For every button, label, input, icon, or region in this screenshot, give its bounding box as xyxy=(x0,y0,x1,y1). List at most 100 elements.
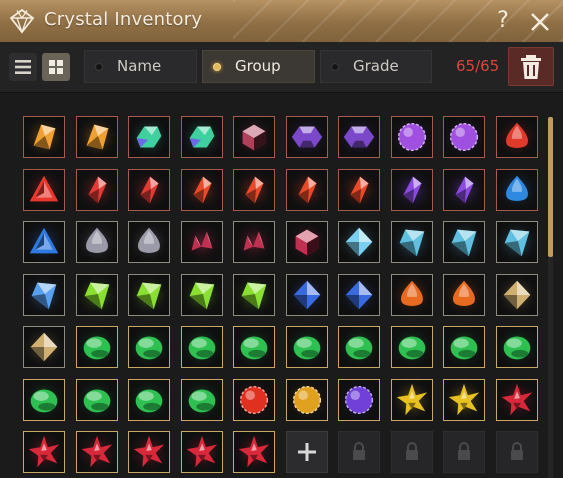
filter-tab-name[interactable]: Name xyxy=(84,50,197,83)
scrollbar-thumb[interactable] xyxy=(548,117,553,257)
crystal-slot[interactable] xyxy=(233,326,275,368)
crystal-slot[interactable] xyxy=(338,221,380,263)
crystal-slot[interactable] xyxy=(443,169,485,211)
crystal-slot[interactable] xyxy=(181,431,223,473)
crystal-slot[interactable] xyxy=(181,274,223,316)
crystal-slot[interactable] xyxy=(76,379,118,421)
crystal-slot[interactable] xyxy=(76,431,118,473)
crystal-slot[interactable] xyxy=(76,326,118,368)
crystal-slot[interactable] xyxy=(443,221,485,263)
crystal-slot[interactable] xyxy=(338,274,380,316)
crystal-slot[interactable] xyxy=(233,116,275,158)
crystal-slot[interactable] xyxy=(181,221,223,263)
crystal-slot[interactable] xyxy=(391,379,433,421)
oval-crystal-icon xyxy=(497,327,537,367)
crystal-slot[interactable] xyxy=(128,116,170,158)
crystal-slot[interactable] xyxy=(128,274,170,316)
shard-crystal-icon xyxy=(77,117,117,157)
list-view-button[interactable] xyxy=(9,53,37,81)
crystal-slot[interactable] xyxy=(496,221,538,263)
oval-crystal-icon xyxy=(392,327,432,367)
lock-icon xyxy=(458,442,470,460)
crystal-slot[interactable] xyxy=(233,169,275,211)
star-crystal-icon xyxy=(129,432,169,472)
crystal-slot[interactable] xyxy=(23,326,65,368)
lock-icon xyxy=(406,442,418,460)
oval-crystal-icon xyxy=(287,327,327,367)
radio-indicator xyxy=(95,63,103,71)
filter-label: Group xyxy=(235,57,281,75)
crystal-slot[interactable] xyxy=(443,326,485,368)
filter-tab-group[interactable]: Group xyxy=(202,50,315,83)
crystal-slot[interactable] xyxy=(391,221,433,263)
crystal-slot[interactable] xyxy=(338,379,380,421)
crystal-slot[interactable] xyxy=(496,379,538,421)
crystal-slot[interactable] xyxy=(338,116,380,158)
star-crystal-icon xyxy=(392,380,432,420)
kite-crystal-icon xyxy=(444,222,484,262)
star-crystal-icon xyxy=(444,380,484,420)
crystal-slot[interactable] xyxy=(233,274,275,316)
crystal-slot[interactable] xyxy=(443,379,485,421)
crystal-slot[interactable] xyxy=(181,116,223,158)
crystal-slot[interactable] xyxy=(286,221,328,263)
crystal-slot[interactable] xyxy=(391,169,433,211)
crystal-slot[interactable] xyxy=(128,326,170,368)
crystal-slot[interactable] xyxy=(181,169,223,211)
crystal-slot[interactable] xyxy=(391,116,433,158)
oval-crystal-icon xyxy=(129,327,169,367)
crystal-slot[interactable] xyxy=(391,326,433,368)
crystal-slot[interactable] xyxy=(338,326,380,368)
crystal-slot[interactable] xyxy=(128,431,170,473)
crystal-slot[interactable] xyxy=(286,169,328,211)
oval-crystal-icon xyxy=(77,380,117,420)
crystal-slot[interactable] xyxy=(23,431,65,473)
crystal-slot[interactable] xyxy=(496,169,538,211)
crystal-slot[interactable] xyxy=(128,169,170,211)
crystal-slot[interactable] xyxy=(23,274,65,316)
shard-crystal-icon xyxy=(24,117,64,157)
crystal-slot[interactable] xyxy=(286,116,328,158)
close-icon[interactable] xyxy=(527,9,553,35)
list-icon xyxy=(15,60,31,74)
crystal-slot[interactable] xyxy=(76,116,118,158)
add-slot-button[interactable] xyxy=(286,431,328,473)
crystal-slot[interactable] xyxy=(23,116,65,158)
crystal-slot[interactable] xyxy=(23,169,65,211)
locked-slot xyxy=(391,431,433,473)
filter-tab-grade[interactable]: Grade xyxy=(320,50,432,83)
crystal-slot[interactable] xyxy=(76,274,118,316)
crystal-slot[interactable] xyxy=(128,221,170,263)
crystal-slot[interactable] xyxy=(181,326,223,368)
oval-crystal-icon xyxy=(339,327,379,367)
drop-crystal-icon xyxy=(497,170,537,210)
help-button[interactable]: ? xyxy=(492,7,514,35)
crystal-slot[interactable] xyxy=(23,221,65,263)
crystal-slot[interactable] xyxy=(233,379,275,421)
crystal-slot[interactable] xyxy=(443,274,485,316)
crystal-slot[interactable] xyxy=(443,116,485,158)
crystal-slot[interactable] xyxy=(76,221,118,263)
crystal-slot[interactable] xyxy=(128,379,170,421)
radio-indicator xyxy=(331,63,339,71)
crystal-slot[interactable] xyxy=(233,431,275,473)
crystal-slot[interactable] xyxy=(181,379,223,421)
crystal-slot[interactable] xyxy=(286,274,328,316)
crystal-slot[interactable] xyxy=(23,379,65,421)
filter-label: Grade xyxy=(353,57,399,75)
orb-crystal-icon xyxy=(234,380,274,420)
crystal-slot[interactable] xyxy=(286,326,328,368)
crystal-slot[interactable] xyxy=(496,326,538,368)
crystal-slot[interactable] xyxy=(496,274,538,316)
lock-icon xyxy=(353,442,365,460)
kite-crystal-icon xyxy=(77,275,117,315)
filter-label: Name xyxy=(117,57,162,75)
crystal-slot[interactable] xyxy=(76,169,118,211)
delete-button[interactable] xyxy=(508,47,554,86)
crystal-slot[interactable] xyxy=(286,379,328,421)
grid-view-button[interactable] xyxy=(42,53,70,81)
crystal-slot[interactable] xyxy=(233,221,275,263)
crystal-slot[interactable] xyxy=(338,169,380,211)
crystal-slot[interactable] xyxy=(391,274,433,316)
crystal-slot[interactable] xyxy=(496,116,538,158)
